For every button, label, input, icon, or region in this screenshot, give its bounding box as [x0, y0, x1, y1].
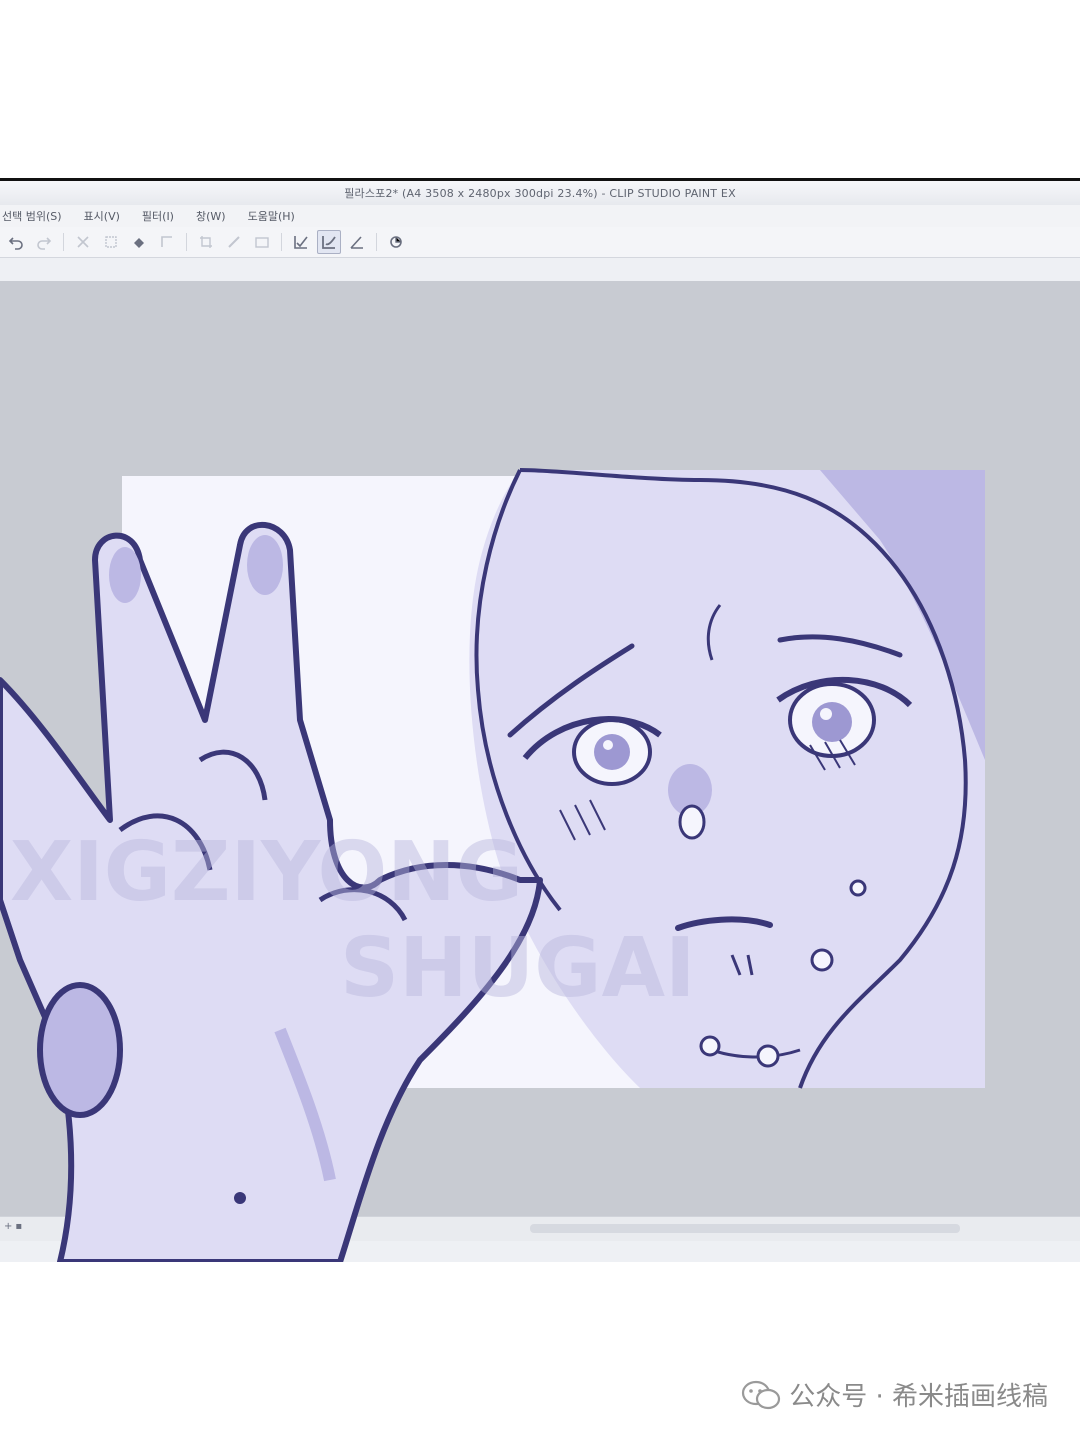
tear-small: [849, 879, 867, 897]
fingernail-1: [109, 547, 141, 603]
tear-drop: [678, 804, 706, 840]
tear-cheek: [810, 948, 834, 972]
fingernail-2: [247, 535, 283, 595]
left-iris: [594, 734, 630, 770]
canvas-artwork: XIGZIYONG SHUGAI: [0, 468, 985, 1262]
right-highlight: [820, 708, 832, 720]
account-name: 公众号 · 希米插画线稿: [789, 1382, 1048, 1412]
palm-mark: [234, 1192, 246, 1204]
chin-tear-2: [756, 1044, 780, 1068]
account-watermark: 公众号 · 希米插画线稿: [741, 1376, 1048, 1413]
chin-tear-1: [699, 1035, 721, 1057]
right-iris: [812, 702, 852, 742]
wechat-icon: [742, 1380, 781, 1409]
watermark-line-2: SHUGAI: [340, 921, 696, 1016]
left-highlight: [603, 740, 613, 750]
thumb: [37, 982, 123, 1118]
watermark-line-1: XIGZIYONG: [10, 825, 523, 920]
